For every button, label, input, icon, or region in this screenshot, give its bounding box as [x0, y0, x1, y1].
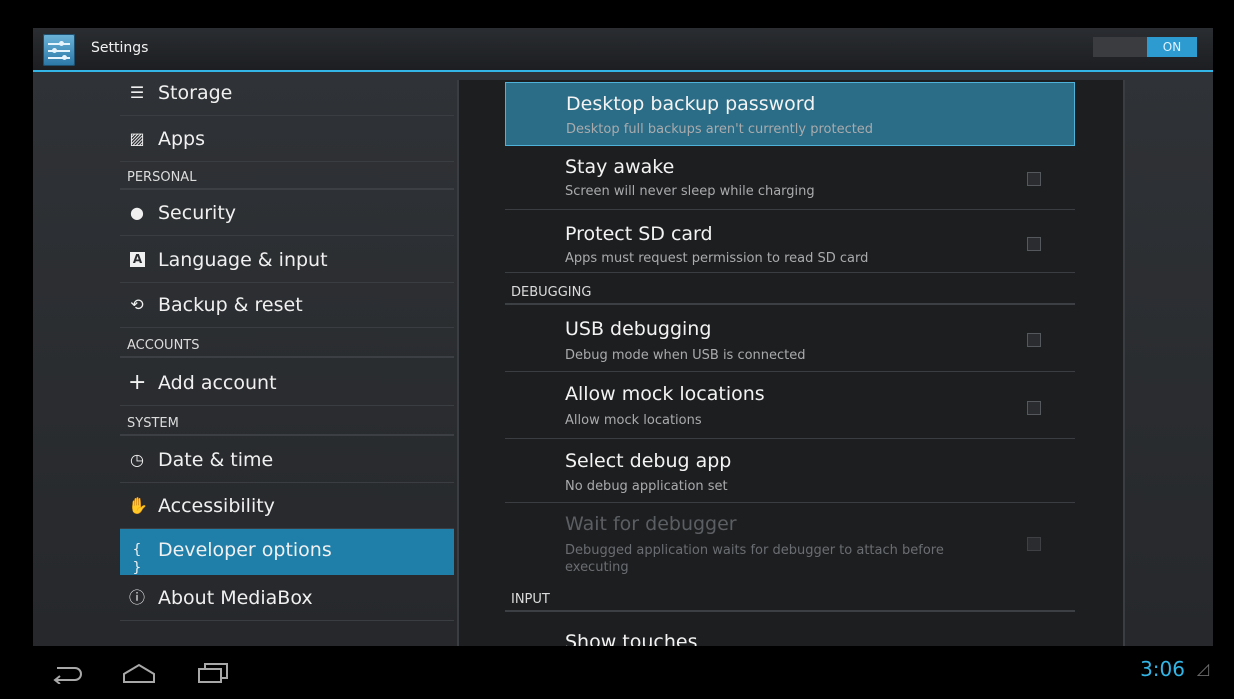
settings-sidebar: ☰ Storage ▨ Apps PERSONAL ● Security A L… [120, 72, 454, 646]
pref-summary: Debug mode when USB is connected [565, 348, 806, 363]
system-nav-bar: 3:06 ◿ [33, 646, 1213, 699]
pref-title: Wait for debugger [565, 513, 737, 535]
backup-icon: ⟲ [130, 295, 144, 314]
sidebar-item-storage[interactable]: ☰ Storage [120, 72, 454, 116]
sidebar-header-personal: PERSONAL [120, 166, 454, 190]
sidebar-item-label: Add account [158, 372, 277, 394]
pref-wait-for-debugger: Wait for debugger Debugged application w… [505, 504, 1075, 588]
sidebar-item-label: Date & time [158, 449, 274, 471]
sidebar-item-label: About MediaBox [158, 587, 313, 609]
stay-awake-checkbox[interactable] [1027, 172, 1041, 186]
apps-icon: ▨ [129, 129, 145, 148]
pref-usb-debugging[interactable]: USB debugging Debug mode when USB is con… [505, 306, 1075, 372]
lock-icon: ● [130, 203, 144, 222]
storage-icon: ☰ [129, 83, 145, 102]
usb-debugging-checkbox[interactable] [1027, 333, 1041, 347]
sidebar-header-accounts: ACCOUNTS [120, 334, 454, 358]
developer-options-toggle[interactable]: ON [1093, 37, 1197, 57]
sidebar-item-backup-reset[interactable]: ⟲ Backup & reset [120, 284, 454, 328]
pref-title: USB debugging [565, 318, 712, 340]
plus-icon: + [128, 370, 147, 395]
developer-options-pane: Desktop backup password Desktop full bac… [457, 80, 1125, 646]
sidebar-item-about[interactable]: ⓘ About MediaBox [120, 577, 454, 621]
sidebar-item-label: Developer options [158, 539, 332, 561]
toggle-on-label: ON [1147, 37, 1197, 57]
language-icon: A [130, 252, 145, 267]
pref-desktop-backup-password[interactable]: Desktop backup password Desktop full bac… [505, 82, 1075, 146]
sidebar-item-label: Apps [158, 128, 206, 150]
app-title: Settings [91, 40, 149, 56]
sidebar-item-language-input[interactable]: A Language & input [120, 239, 454, 283]
clock-icon: ◷ [130, 450, 144, 469]
sidebar-item-add-account[interactable]: + Add account [120, 362, 454, 406]
settings-content: ☰ Storage ▨ Apps PERSONAL ● Security A L… [33, 72, 1213, 646]
sidebar-item-label: Security [158, 202, 237, 224]
pref-show-touches[interactable]: Show touches [505, 613, 1075, 646]
hand-icon: ✋ [128, 496, 148, 515]
tablet-screen: Settings ON ☰ Storage ▨ Apps PERSONAL ● … [0, 0, 1234, 699]
pref-title: Desktop backup password [566, 93, 816, 115]
sidebar-item-label: Language & input [158, 249, 328, 271]
sidebar-item-date-time[interactable]: ◷ Date & time [120, 439, 454, 483]
pref-protect-sd-card[interactable]: Protect SD card Apps must request permis… [505, 211, 1075, 273]
pref-title: Protect SD card [565, 223, 713, 245]
section-header-input: INPUT [505, 588, 1075, 612]
signal-icon: ◿ [1196, 659, 1209, 678]
status-clock[interactable]: 3:06 [1140, 657, 1185, 681]
pref-title: Stay awake [565, 156, 675, 178]
pref-summary: Apps must request permission to read SD … [565, 251, 869, 266]
wait-for-debugger-checkbox [1027, 537, 1041, 551]
sidebar-header-system: SYSTEM [120, 412, 454, 436]
info-icon: ⓘ [128, 588, 145, 607]
sidebar-item-label: Accessibility [158, 495, 275, 517]
pref-summary: Debugged application waits for debugger … [565, 543, 944, 575]
pref-allow-mock-locations[interactable]: Allow mock locations Allow mock location… [505, 373, 1075, 439]
pref-summary: Screen will never sleep while charging [565, 184, 815, 199]
pref-summary: No debug application set [565, 479, 728, 494]
home-icon[interactable] [121, 662, 157, 684]
back-icon[interactable] [51, 664, 83, 684]
pref-select-debug-app[interactable]: Select debug app No debug application se… [505, 440, 1075, 503]
sidebar-item-developer-options[interactable]: { } Developer options [120, 529, 454, 576]
section-header-debugging: DEBUGGING [505, 281, 1075, 305]
sidebar-item-label: Backup & reset [158, 294, 303, 316]
braces-icon: { } [132, 542, 142, 576]
sidebar-item-accessibility[interactable]: ✋ Accessibility [120, 485, 454, 529]
pref-stay-awake[interactable]: Stay awake Screen will never sleep while… [505, 148, 1075, 210]
pref-title: Show touches [565, 631, 698, 646]
pref-title: Allow mock locations [565, 383, 765, 405]
protect-sd-card-checkbox[interactable] [1027, 237, 1041, 251]
settings-app-icon[interactable] [43, 34, 75, 66]
pref-summary: Desktop full backups aren't currently pr… [566, 122, 874, 137]
pref-summary: Allow mock locations [565, 413, 702, 428]
sidebar-item-apps[interactable]: ▨ Apps [120, 118, 454, 162]
sidebar-item-label: Storage [158, 82, 233, 104]
pref-title: Select debug app [565, 450, 732, 472]
action-bar: Settings ON [33, 28, 1213, 72]
recent-apps-icon[interactable] [197, 662, 229, 684]
mock-locations-checkbox[interactable] [1027, 401, 1041, 415]
sidebar-item-security[interactable]: ● Security [120, 192, 454, 236]
